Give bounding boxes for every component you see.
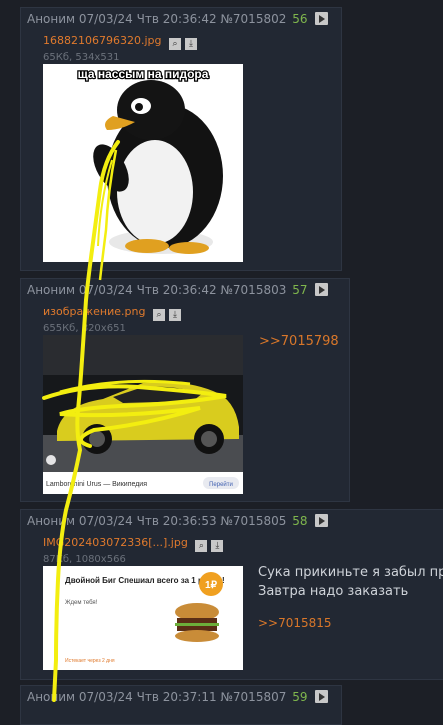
ad-footer: Истекает через 2 дня — [65, 658, 115, 664]
play-icon[interactable] — [315, 283, 329, 296]
play-icon[interactable] — [315, 514, 329, 527]
message-line: Завтра надо заказать — [258, 584, 409, 599]
ad-badge: 1₽ — [205, 580, 218, 591]
image-caption: Lamborghini Urus — Википедия — [46, 481, 147, 488]
file-meta: 87Кб, 1080x566 — [43, 554, 126, 565]
download-icon[interactable]: ⤓ — [168, 309, 181, 321]
post-meta: Аноним 07/03/24 Чтв 20:36:42 №7015803 — [27, 283, 287, 297]
search-icon[interactable]: ⌕ — [169, 38, 181, 50]
post-header: Аноним 07/03/24 Чтв 20:36:53 №7015805 58 — [27, 514, 329, 528]
image-button: Перейти — [209, 481, 233, 488]
message-line: Сука прикиньте я забыл пр — [258, 565, 443, 580]
reply-link[interactable]: >>7015798 — [259, 334, 339, 349]
thumbnail-ad[interactable]: Двойной Биг Спешиал всего за 1 рубль! Жд… — [43, 566, 243, 670]
post-number[interactable]: 57 — [292, 283, 307, 297]
post-7015803: Аноним 07/03/24 Чтв 20:36:42 №7015803 57… — [20, 278, 350, 502]
download-icon[interactable]: ⤓ — [211, 540, 224, 552]
download-icon[interactable]: ⤓ — [185, 38, 197, 50]
post-header: Аноним 07/03/24 Чтв 20:36:42 №7015802 56 — [27, 12, 329, 26]
file-name[interactable]: изображение.png — [43, 305, 145, 318]
penguin-image: ща нассым на пидора — [43, 64, 243, 262]
file-link[interactable]: изображение.png ⌕ ⤓ — [43, 305, 181, 321]
post-meta: Аноним 07/03/24 Чтв 20:36:42 №7015802 — [27, 12, 287, 26]
file-meta: 65Кб, 534x531 — [43, 52, 120, 63]
post-7015805: Аноним 07/03/24 Чтв 20:36:53 №7015805 58… — [20, 509, 443, 680]
search-icon[interactable]: ⌕ — [195, 540, 208, 552]
ad-image: Двойной Биг Спешиал всего за 1 рубль! Жд… — [43, 566, 243, 670]
thumbnail-penguin[interactable]: ща нассым на пидора — [43, 64, 243, 262]
file-link[interactable]: IMG202403072336[...].jpg ⌕ ⤓ — [43, 536, 224, 552]
file-name[interactable]: 16882106796320.jpg — [43, 34, 162, 47]
post-7015802: Аноним 07/03/24 Чтв 20:36:42 №7015802 56… — [20, 7, 342, 271]
file-link[interactable]: 16882106796320.jpg ⌕ ⤓ — [43, 34, 197, 50]
file-meta: 655Кб, 820x651 — [43, 323, 126, 334]
post-header: Аноним 07/03/24 Чтв 20:36:42 №7015803 57 — [27, 283, 329, 297]
ad-subtitle: Ждем тебя! — [65, 600, 98, 606]
thumbnail-car[interactable]: Lamborghini Urus — Википедия Перейти — [43, 335, 243, 494]
play-icon[interactable] — [315, 12, 329, 25]
reply-link[interactable]: >>7015815 — [258, 616, 332, 630]
image-caption: ща нассым на пидора — [78, 67, 209, 81]
post-number[interactable]: 56 — [292, 12, 307, 26]
file-name[interactable]: IMG202403072336[...].jpg — [43, 536, 188, 549]
post-7015807: Аноним 07/03/24 Чтв 20:37:11 №7015807 59 — [20, 685, 342, 725]
search-icon[interactable]: ⌕ — [152, 309, 165, 321]
post-number[interactable]: 58 — [292, 514, 307, 528]
post-message: Сука прикиньте я забыл пр Завтра надо за… — [258, 563, 443, 601]
car-image: Lamborghini Urus — Википедия Перейти — [43, 335, 243, 494]
play-icon[interactable] — [315, 690, 329, 703]
post-meta: Аноним 07/03/24 Чтв 20:36:53 №7015805 — [27, 514, 287, 528]
